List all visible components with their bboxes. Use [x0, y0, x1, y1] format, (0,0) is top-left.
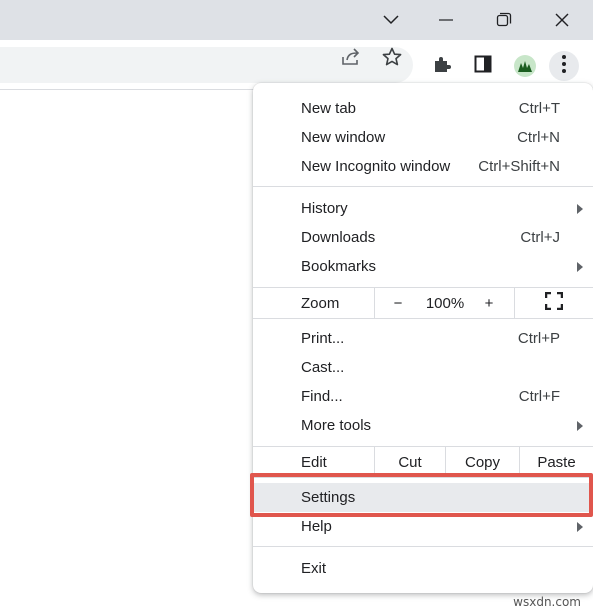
menu-item-shortcut: Ctrl+F: [518, 388, 560, 405]
zoom-label: Zoom: [301, 295, 340, 312]
menu-item-label: Help: [301, 518, 332, 535]
menu-item-label: Downloads: [301, 229, 376, 246]
zoom-out-button[interactable]: −: [385, 288, 411, 318]
menu-item-new-window[interactable]: New window Ctrl+N: [253, 123, 593, 152]
menu-item-label: More tools: [301, 417, 372, 434]
restore-icon: [496, 12, 512, 28]
share-button[interactable]: [337, 44, 367, 74]
submenu-arrow-icon: [577, 521, 583, 532]
menu-item-more-tools[interactable]: More tools: [253, 411, 593, 440]
zoom-out-label: −: [393, 294, 403, 312]
menu-item-label: Find...: [301, 388, 343, 405]
address-bar[interactable]: [0, 47, 413, 83]
cell-divider: [374, 288, 375, 318]
zoom-value: 100%: [425, 294, 465, 312]
close-icon: [554, 12, 570, 28]
menu-separator: [253, 186, 593, 187]
menu-item-shortcut: Ctrl+Shift+N: [478, 158, 560, 175]
share-icon: [342, 47, 362, 71]
menu-item-label: New window: [301, 129, 386, 146]
bookmark-star-button[interactable]: [377, 44, 407, 74]
watermark: wsxdn.com: [513, 595, 581, 609]
zoom-in-button[interactable]: +: [476, 288, 502, 318]
edit-label: Edit: [301, 454, 327, 471]
fullscreen-icon: [544, 291, 564, 314]
menu-item-label: New Incognito window: [301, 158, 451, 175]
side-panel-icon: [474, 55, 492, 78]
submenu-arrow-icon: [577, 261, 583, 272]
menu-item-new-incognito-window[interactable]: New Incognito window Ctrl+Shift+N: [253, 152, 593, 181]
menu-item-new-tab[interactable]: New tab Ctrl+T: [253, 94, 593, 123]
menu-separator: [253, 318, 593, 319]
menu-item-shortcut: Ctrl+N: [517, 129, 560, 146]
extensions-button[interactable]: [427, 51, 457, 81]
menu-item-bookmarks[interactable]: Bookmarks: [253, 252, 593, 281]
cut-label: Cut: [398, 453, 422, 471]
close-window-button[interactable]: [534, 0, 590, 40]
chevron-down-icon: [383, 15, 399, 25]
kebab-menu-icon: [562, 54, 566, 78]
menu-item-print[interactable]: Print... Ctrl+P: [253, 324, 593, 353]
settings-highlight-box: [250, 473, 593, 517]
menu-item-downloads[interactable]: Downloads Ctrl+J: [253, 223, 593, 252]
zoom-in-label: +: [484, 294, 494, 312]
bookmark-star-icon: [382, 47, 402, 72]
restore-button[interactable]: [476, 0, 532, 40]
menu-item-label: Print...: [301, 330, 345, 347]
paste-label: Paste: [537, 453, 576, 471]
menu-item-find[interactable]: Find... Ctrl+F: [253, 382, 593, 411]
menu-item-history[interactable]: History: [253, 194, 593, 223]
profile-button[interactable]: [510, 51, 540, 81]
menu-item-label: New tab: [301, 100, 357, 117]
extensions-puzzle-icon: [432, 54, 452, 79]
menu-item-label: Exit: [301, 560, 327, 577]
fullscreen-button[interactable]: [515, 288, 593, 318]
menu-item-shortcut: Ctrl+P: [517, 330, 560, 347]
menu-item-cast[interactable]: Cast...: [253, 353, 593, 382]
side-panel-button[interactable]: [468, 51, 498, 81]
menu-item-label: Bookmarks: [301, 258, 377, 275]
chrome-menu-button[interactable]: [549, 51, 579, 81]
menu-row-zoom: Zoom − 100% +: [253, 288, 593, 318]
window-title-bar: [0, 0, 593, 40]
tab-search-button[interactable]: [363, 0, 419, 40]
menu-item-shortcut: Ctrl+J: [520, 229, 560, 246]
menu-item-label: Cast...: [301, 359, 345, 376]
minimize-button[interactable]: [418, 0, 474, 40]
menu-item-exit[interactable]: Exit: [253, 554, 593, 583]
minimize-icon: [439, 19, 453, 21]
submenu-arrow-icon: [577, 420, 583, 431]
copy-label: Copy: [464, 453, 501, 471]
zoom-level: 100%: [419, 288, 471, 318]
submenu-arrow-icon: [577, 203, 583, 214]
menu-item-label: History: [301, 200, 348, 217]
menu-item-shortcut: Ctrl+T: [518, 100, 560, 117]
menu-separator: [253, 546, 593, 547]
profile-avatar: [514, 55, 536, 77]
